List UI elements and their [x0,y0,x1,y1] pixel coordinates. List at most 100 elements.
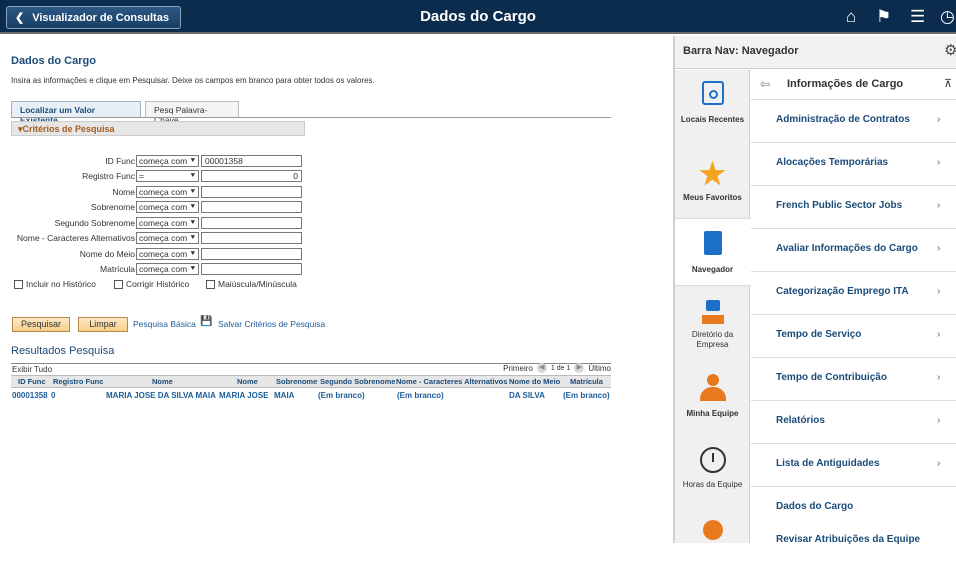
field-label-sobrenome: Sobrenome [91,202,135,212]
rail-label: Diretório da Empresa [691,330,734,349]
rail-item-favorites[interactable]: ★ Meus Favoritos [675,158,750,203]
cell-id[interactable]: 00001358 [12,391,48,400]
save-criteria-link[interactable]: Salvar Critérios de Pesquisa [218,319,325,329]
col-header[interactable]: Nome [237,377,258,386]
cell-nome-meio[interactable]: DA SILVA [509,391,545,400]
alt-chars-operator-value: começa com [139,233,188,243]
chevron-down-icon: ⯆ [189,264,196,273]
nav-item-label: Alocações Temporárias [776,157,889,168]
chevron-down-icon: ⯆ [189,202,196,211]
flag-icon[interactable]: ⚑ [876,6,891,28]
nav-item-label: Categorização Emprego ITA [776,286,909,297]
chevron-right-icon: › [937,157,941,168]
nome-input[interactable] [201,186,302,198]
chevron-right-icon: › [937,200,941,211]
matricula-operator-select[interactable]: começa com ⯆ [136,263,199,275]
nav-item-label: Dados do Cargo [776,501,854,512]
segundo-sobrenome-operator-value: começa com [139,218,188,228]
nome-meio-input[interactable] [201,248,302,260]
nav-item[interactable]: Lista de Antiguidades › [751,444,956,487]
arrow-left-icon[interactable]: ⇦ [760,77,770,91]
field-label-nome: Nome [112,187,135,197]
home-icon[interactable]: ⌂ [846,6,856,28]
rail-item-navigator[interactable]: Navegador [675,231,750,274]
prev-page-icon[interactable]: ◀ [536,363,547,373]
cell-registro[interactable]: 0 [51,391,55,400]
nav-item[interactable]: Revisar Atribuições da Equipe [751,520,956,563]
case-sensitive-checkbox[interactable]: Maiúscula/Minúscula [206,279,297,289]
cell-alt-chars[interactable]: (Em branco) [397,391,444,400]
chevron-down-icon: ⯆ [189,187,196,196]
include-history-checkbox[interactable]: Incluir no Histórico [14,279,96,289]
id-operator-select[interactable]: começa com ⯆ [136,155,199,167]
nome-operator-select[interactable]: começa com ⯆ [136,186,199,198]
rail-label: Minha Equipe [686,409,739,418]
nav-item[interactable]: Alocações Temporárias › [751,143,956,186]
matricula-input[interactable] [201,263,302,275]
chevron-right-icon: › [937,329,941,340]
basic-search-link[interactable]: Pesquisa Básica [133,319,196,329]
registro-input[interactable]: 0 [201,170,302,182]
menu-icon[interactable]: ☰ [910,6,925,28]
nav-item[interactable]: French Public Sector Jobs › [751,186,956,229]
pin-icon[interactable]: ⊼ [944,77,952,90]
col-header[interactable]: Sobrenome [276,377,317,386]
alt-chars-operator-select[interactable]: começa com ⯆ [136,232,199,244]
rail-item-recent[interactable]: Locais Recentes [675,81,750,124]
tab-find-existing[interactable]: Localizar um Valor Existente [11,101,141,125]
criteria-section-header[interactable]: ▾Critérios de Pesquisa [11,121,305,136]
chevron-left-icon: ❮ [15,12,25,24]
sobrenome-input[interactable] [201,201,302,213]
nome-meio-operator-select[interactable]: começa com ⯆ [136,248,199,260]
col-header[interactable]: Nome - Caracteres Alternativos [396,377,507,386]
col-header[interactable]: Nome [152,377,173,386]
col-header[interactable]: Registro Func [53,377,103,386]
nav-item[interactable]: Categorização Emprego ITA › [751,272,956,315]
id-input[interactable]: 00001358 [201,155,302,167]
search-button[interactable]: Pesquisar [12,317,70,332]
cell-nome2[interactable]: MARIA JOSE [219,391,269,400]
segundo-sobrenome-operator-select[interactable]: começa com ⯆ [136,217,199,229]
sobrenome-operator-value: começa com [139,202,188,212]
col-header[interactable]: Matrícula [570,377,603,386]
sobrenome-operator-select[interactable]: começa com ⯆ [136,201,199,213]
cell-segundo-sobrenome[interactable]: (Em branco) [318,391,365,400]
nav-item[interactable]: Tempo de Serviço › [751,315,956,358]
rail-item-team-time[interactable]: Horas da Equipe [675,447,750,489]
back-button[interactable]: ❮ Visualizador de Consultas [6,6,181,29]
gear-icon[interactable]: ⚙ [944,41,956,59]
nav-item-label: Administração de Contratos [776,114,910,125]
rail-item-my-team[interactable]: Minha Equipe [675,374,750,418]
matricula-operator-value: começa com [139,264,188,274]
rail-label: Navegador [691,265,734,274]
cell-matricula[interactable]: (Em branco) [563,391,610,400]
pager-first[interactable]: Primeiro [503,364,533,373]
chevron-right-icon: › [937,415,941,426]
col-header[interactable]: Segundo Sobrenome [320,377,395,386]
navbar-icon[interactable]: ◷ [940,6,955,28]
nav-item-label: Lista de Antiguidades [776,458,880,469]
nav-item[interactable]: Relatórios › [751,401,956,444]
rail-item-directory[interactable]: Diretório da Empresa [675,300,750,350]
segundo-sobrenome-input[interactable] [201,217,302,229]
nav-item[interactable]: Avaliar Informações do Cargo › [751,229,956,272]
clear-button[interactable]: Limpar [78,317,128,332]
rail-item-team-icon[interactable] [675,520,750,540]
correct-history-checkbox[interactable]: Corrigir Histórico [114,279,189,289]
alt-chars-input[interactable] [201,232,302,244]
col-header[interactable]: ID Func [18,377,46,386]
field-label-nome-meio: Nome do Meio [79,249,135,259]
registro-operator-select[interactable]: = ⯆ [136,170,199,182]
checkbox-box [114,279,123,289]
save-criteria-icon[interactable]: 💾 [200,316,212,327]
nav-item[interactable]: Tempo de Contribuição › [751,358,956,401]
cell-sobrenome[interactable]: MAIA [274,391,294,400]
form-heading: Dados do Cargo [11,55,96,67]
pager-last[interactable]: Último [588,364,611,373]
cell-nome[interactable]: MARIA JOSE DA SILVA MAIA [106,391,216,400]
col-header[interactable]: Nome do Meio [509,377,560,386]
next-page-icon[interactable]: ▶ [574,363,585,373]
nav-item[interactable]: Administração de Contratos › [751,100,956,143]
tab-keyword-search[interactable]: Pesq Palavra-Chave [145,101,239,125]
star-icon: ★ [699,158,726,191]
